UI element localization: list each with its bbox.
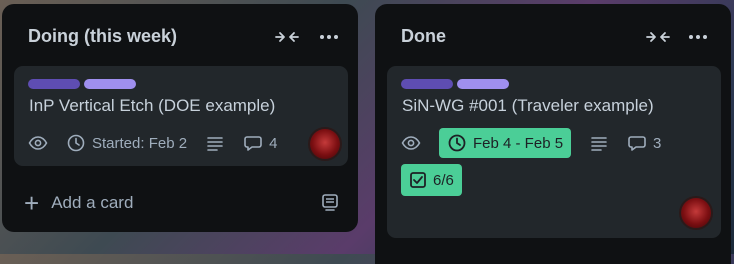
- collapse-icon[interactable]: [645, 26, 671, 48]
- list-title[interactable]: Doing (this week): [28, 26, 177, 47]
- card-template-icon[interactable]: [320, 192, 340, 217]
- list-done: Done SiN-WG #001 (Traveler example) Feb …: [375, 4, 731, 264]
- collapse-icon[interactable]: [274, 26, 300, 48]
- due-date-badge[interactable]: Feb 4 - Feb 5: [439, 128, 572, 158]
- eye-icon: [28, 136, 48, 150]
- card[interactable]: SiN-WG #001 (Traveler example) Feb 4 - F…: [387, 66, 721, 238]
- list-header: Done: [375, 4, 731, 66]
- description-icon: [591, 137, 607, 151]
- description-badge: [205, 128, 225, 158]
- comment-icon: [244, 136, 262, 151]
- eye-icon: [401, 136, 421, 150]
- add-card-label: Add a card: [51, 193, 134, 212]
- date-text: Started: Feb 2: [92, 134, 188, 152]
- avatar[interactable]: [681, 198, 711, 228]
- date-text: Feb 4 - Feb 5: [473, 134, 564, 152]
- label-pill[interactable]: [401, 79, 453, 89]
- date-badge: Started: Feb 2: [66, 128, 187, 158]
- card-badges: Started: Feb 2 4: [28, 128, 295, 158]
- card-title: SiN-WG #001 (Traveler example): [402, 96, 654, 115]
- watch-badge: [401, 128, 421, 158]
- label-pill[interactable]: [457, 79, 509, 89]
- list-header: Doing (this week): [2, 4, 358, 66]
- avatar[interactable]: [310, 129, 340, 159]
- label-pill[interactable]: [84, 79, 136, 89]
- add-card-button[interactable]: + Add a card: [24, 190, 133, 216]
- label-pill[interactable]: [28, 79, 80, 89]
- clock-icon: [448, 134, 466, 152]
- more-icon[interactable]: [685, 26, 711, 48]
- list-title[interactable]: Done: [401, 26, 446, 47]
- card-labels[interactable]: [401, 76, 513, 89]
- description-badge: [589, 128, 609, 158]
- comments-badge: 4: [243, 128, 277, 158]
- comments-badge: 3: [627, 128, 661, 158]
- clock-icon: [67, 134, 85, 152]
- checkbox-icon: [410, 172, 426, 188]
- card-labels[interactable]: [28, 76, 140, 89]
- card-title: InP Vertical Etch (DOE example): [29, 96, 276, 115]
- checklist-row: 6/6: [401, 164, 480, 196]
- more-icon[interactable]: [316, 26, 342, 48]
- checklist-badge: 6/6: [401, 164, 462, 196]
- card-badges: Feb 4 - Feb 5 3: [401, 128, 679, 158]
- card[interactable]: InP Vertical Etch (DOE example) Started:…: [14, 66, 348, 166]
- plus-icon: +: [24, 188, 40, 218]
- description-icon: [207, 137, 223, 151]
- comments-count: 4: [269, 134, 278, 152]
- comments-count: 3: [653, 134, 662, 152]
- list-doing: Doing (this week) InP Vertical Etch (DOE…: [2, 4, 358, 232]
- checklist-text: 6/6: [433, 171, 454, 189]
- watch-badge: [28, 128, 48, 158]
- comment-icon: [628, 136, 646, 151]
